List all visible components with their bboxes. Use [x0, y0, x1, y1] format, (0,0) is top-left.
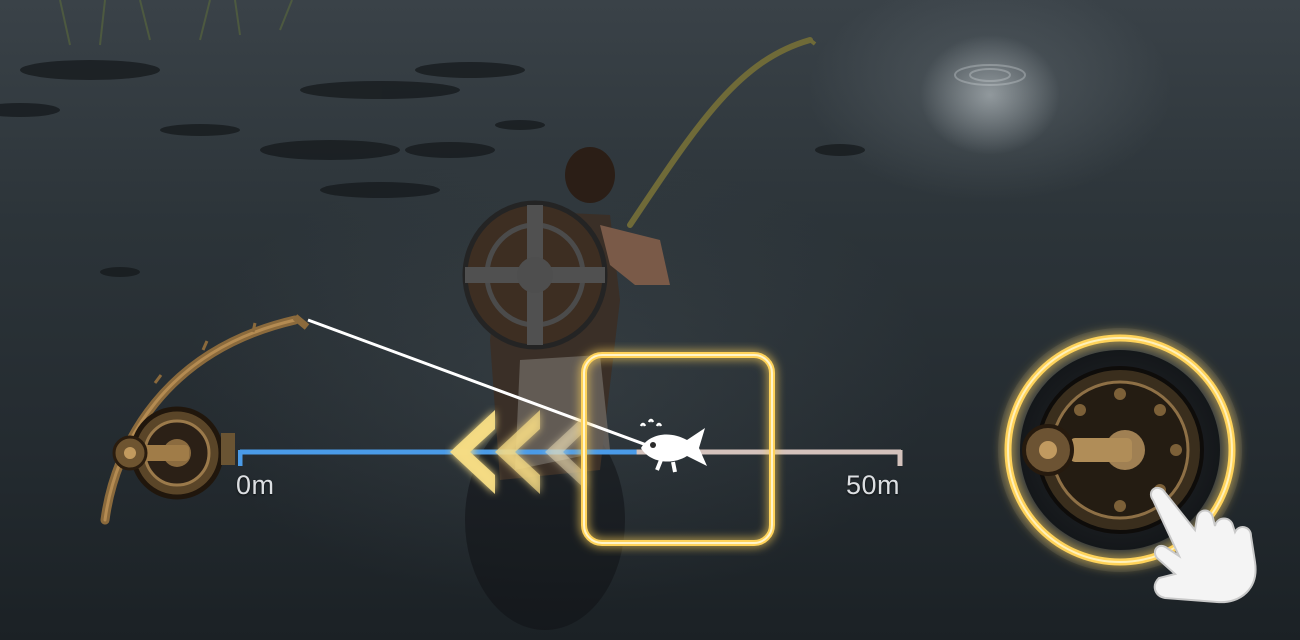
distance-start-label: 0m	[236, 470, 275, 500]
fish-icon	[639, 418, 707, 473]
distance-end-label: 50m	[846, 470, 901, 500]
pointing-hand-icon	[1149, 486, 1257, 604]
fishing-scene: 0m 50m	[0, 0, 1300, 640]
